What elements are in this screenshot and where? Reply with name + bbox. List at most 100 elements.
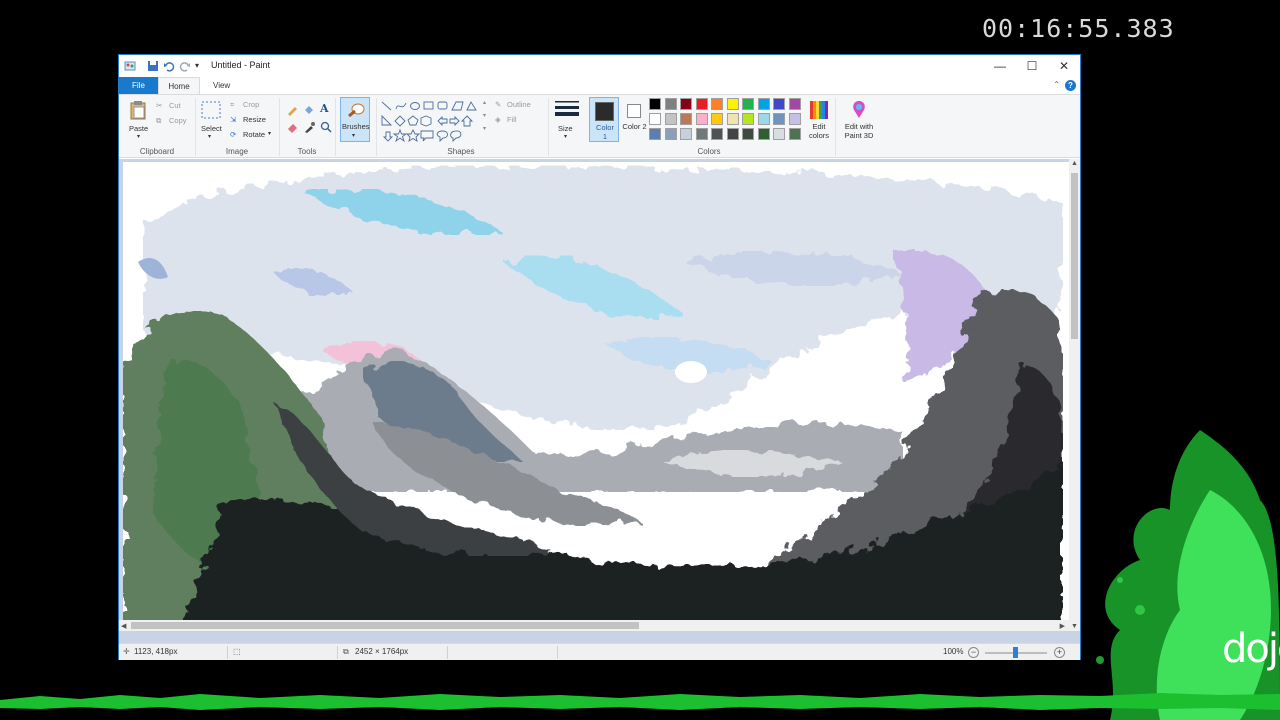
fill-button[interactable]: Fill [507,115,517,124]
rotate-chevron-icon[interactable]: ▾ [268,130,271,137]
drawing-canvas[interactable] [123,162,1069,628]
shapes-gallery[interactable] [381,100,485,142]
color-swatch[interactable] [757,98,770,110]
color2-swatch [627,104,641,118]
color-swatch[interactable] [788,113,801,125]
brushes-button[interactable]: Brushes ▾ [340,97,370,142]
select-button[interactable]: Select [201,124,222,133]
color-swatch[interactable] [680,128,692,140]
brushes-chevron-icon: ▾ [352,133,356,139]
copy-button[interactable]: Copy [169,116,187,125]
color-swatch[interactable] [788,98,801,110]
magnifier-icon[interactable] [320,121,332,133]
scroll-right-icon[interactable]: ▶ [1060,622,1065,630]
tab-home[interactable]: Home [158,77,200,94]
paste-button[interactable]: Paste [129,124,148,133]
eraser-icon[interactable] [286,121,298,133]
zoom-out-button[interactable]: − [968,647,979,658]
save-icon[interactable] [147,60,159,72]
color-swatch[interactable] [742,128,754,140]
paint-app-icon [124,61,136,71]
undo-icon[interactable] [163,60,175,72]
shapes-more-icon[interactable]: ▾ [483,125,486,132]
size-button[interactable]: Size [558,124,573,133]
scroll-up-icon[interactable]: ▲ [1071,160,1078,167]
color-swatch[interactable] [773,128,785,140]
close-button[interactable]: ✕ [1048,55,1080,77]
title-bar: ▾ Untitled - Paint — ☐ ✕ [119,55,1080,77]
vertical-scrollbar[interactable]: ▲ ▼ [1069,159,1080,631]
edit-with-paint3d-button[interactable]: Edit with Paint 3D [839,97,879,142]
color-swatch[interactable] [664,128,677,140]
vertical-scroll-thumb[interactable] [1071,173,1078,339]
color-swatch[interactable] [680,113,692,125]
color-swatch[interactable] [649,98,661,110]
color-swatch[interactable] [788,128,801,140]
paste-icon[interactable] [129,100,147,120]
shapes-scroll-up-icon[interactable]: ▴ [483,99,486,106]
select-icon[interactable] [201,101,221,119]
pencil-icon[interactable] [286,104,298,116]
text-tool-icon[interactable]: A [320,102,329,115]
color2-button[interactable]: Color 2 [620,97,649,142]
rainbow-palette-icon [810,101,828,119]
fill-bucket-icon[interactable] [303,104,315,116]
cut-button[interactable]: Cut [169,101,181,110]
horizontal-scroll-thumb[interactable] [131,622,639,629]
image-size: 2452 × 1764px [355,647,409,656]
color-swatch[interactable] [742,113,754,125]
shapes-scroll-down-icon[interactable]: ▾ [483,112,486,119]
paint-window: ▾ Untitled - Paint — ☐ ✕ File Home View … [118,54,1081,660]
minimize-button[interactable]: — [984,55,1016,77]
color-swatch[interactable] [649,113,661,125]
collapse-ribbon-icon[interactable]: ⌃ [1053,80,1060,89]
color-swatch[interactable] [664,98,677,110]
resize-button[interactable]: Resize [243,115,266,124]
color-swatch[interactable] [773,113,785,125]
zoom-slider-thumb[interactable] [1013,647,1018,658]
channel-logo: dojo [1222,626,1280,672]
color-swatch[interactable] [726,113,739,125]
color1-swatch [595,102,614,121]
color-swatch[interactable] [711,98,723,110]
size-icon[interactable] [555,100,579,122]
color-swatch[interactable] [695,128,708,140]
color-swatch[interactable] [695,98,708,110]
color-swatch[interactable] [680,98,692,110]
maximize-button[interactable]: ☐ [1016,55,1048,77]
color-picker-icon[interactable] [303,121,315,133]
color-swatch[interactable] [726,98,739,110]
size-chevron-icon[interactable]: ▾ [564,133,567,140]
color-swatch[interactable] [757,128,770,140]
color-swatch[interactable] [711,128,723,140]
outline-button[interactable]: Outline [507,100,531,109]
horizontal-scrollbar[interactable]: ◀ ▶ [119,620,1069,631]
edit-with-paint3d-label: Edit with Paint 3D [844,122,874,140]
paint3d-icon [853,101,865,118]
color1-button[interactable]: Color 1 [589,97,619,142]
rotate-button[interactable]: Rotate [243,130,265,139]
redo-icon[interactable] [179,60,191,72]
tab-view[interactable]: View [204,77,239,94]
zoom-in-button[interactable]: + [1054,647,1065,658]
copy-icon: ⧉ [156,116,162,125]
color-swatch[interactable] [695,113,708,125]
tab-file[interactable]: File [119,77,158,94]
color-swatch[interactable] [742,98,754,110]
color-swatch[interactable] [726,128,739,140]
help-icon[interactable]: ? [1065,80,1076,91]
color-swatch[interactable] [757,113,770,125]
color-swatch[interactable] [664,113,677,125]
rotate-icon: ⟳ [230,130,237,139]
color-swatch[interactable] [649,128,661,140]
scroll-left-icon[interactable]: ◀ [121,622,126,630]
scroll-down-icon[interactable]: ▼ [1071,623,1078,630]
edit-colors-button[interactable]: Edit colors [803,97,835,142]
crop-button[interactable]: Crop [243,100,259,109]
color2-label: Color 2 [622,122,647,131]
select-chevron-icon[interactable]: ▾ [208,133,211,140]
paste-chevron-icon[interactable]: ▾ [137,133,140,140]
color-swatch[interactable] [773,98,785,110]
color-swatch[interactable] [711,113,723,125]
customize-quick-access-chevron-icon[interactable]: ▾ [195,61,199,70]
